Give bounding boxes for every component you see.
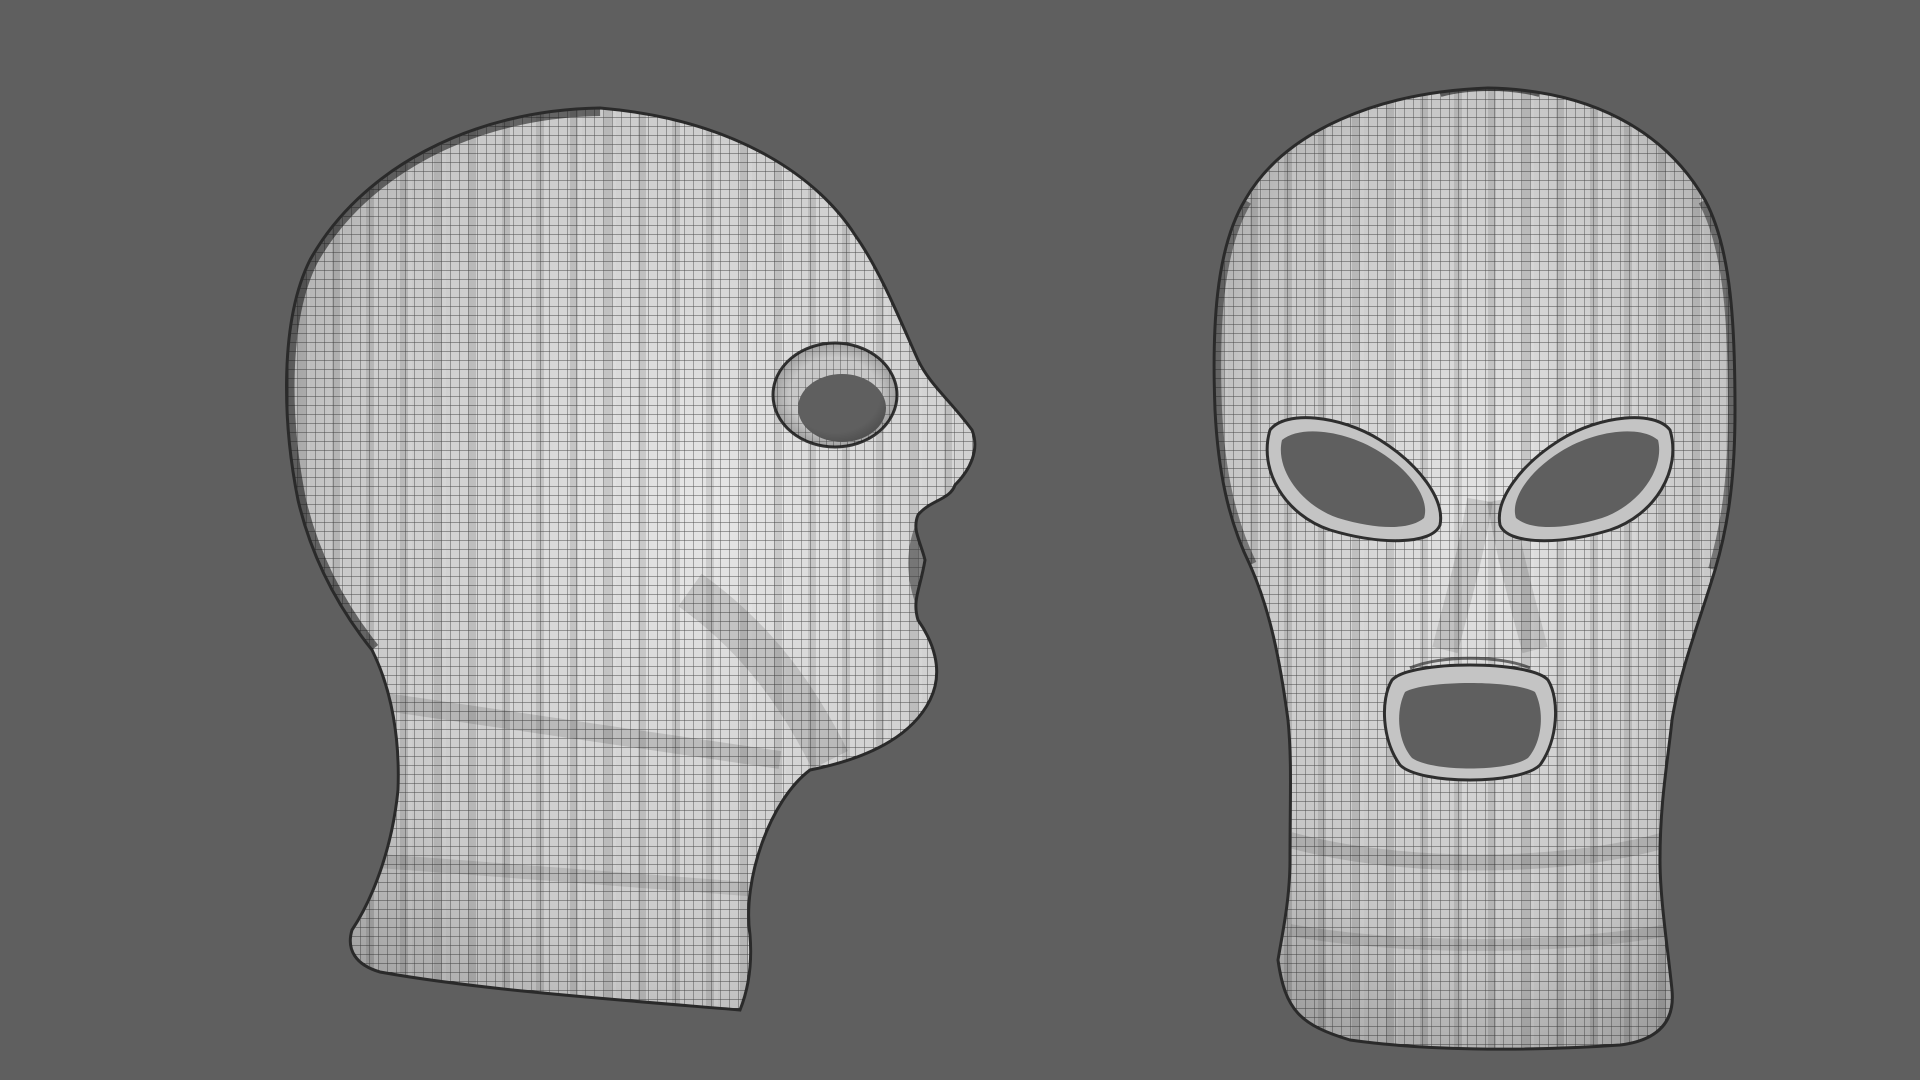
render-viewport [0, 0, 1920, 1080]
mouth-hole [1382, 656, 1558, 782]
side-eye-hole [771, 341, 899, 449]
